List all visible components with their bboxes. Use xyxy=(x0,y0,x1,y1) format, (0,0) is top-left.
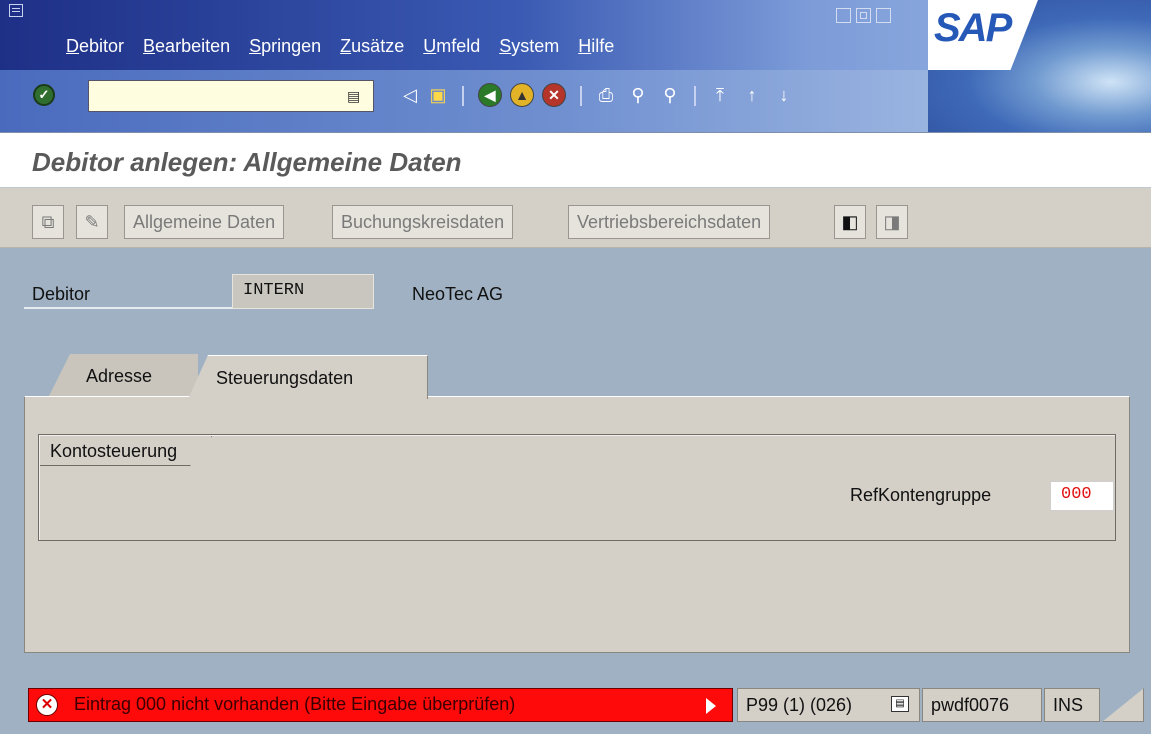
menu-zusaetze[interactable]: Zusätze xyxy=(340,36,404,57)
general-data-button[interactable]: Allgemeine Daten xyxy=(124,205,285,239)
sap-logo: SAP xyxy=(928,0,1151,132)
menu-system[interactable]: System xyxy=(499,36,559,57)
company-code-data-button[interactable]: Buchungskreisdaten xyxy=(332,205,514,239)
toolbar-separator xyxy=(462,86,464,106)
menu-hilfe[interactable]: Hilfe xyxy=(578,36,614,57)
previous-screen-icon[interactable]: ◧ xyxy=(834,205,866,239)
customer-label: Debitor xyxy=(32,284,91,304)
print-icon[interactable]: ⎙ xyxy=(594,83,618,107)
toolbar-separator xyxy=(694,86,696,106)
ref-account-group-label: RefKontengruppe xyxy=(850,485,992,505)
next-page-icon[interactable]: ↓ xyxy=(772,83,796,107)
menu-bearbeiten[interactable]: Bearbeiten xyxy=(143,36,230,57)
menu: Debitor Bearbeiten Springen Zusätze Umfe… xyxy=(66,36,633,57)
change-display-icon[interactable]: ✎ xyxy=(76,205,108,239)
customer-name: NeoTec AG xyxy=(412,284,504,304)
menu-springen[interactable]: Springen xyxy=(249,36,321,57)
sap-logo-text: SAP xyxy=(934,6,1012,50)
command-field[interactable] xyxy=(88,80,374,112)
page-title: Debitor anlegen: Allgemeine Daten xyxy=(32,147,462,177)
menu-debitor[interactable]: Debitor xyxy=(66,36,124,57)
maximize-icon[interactable] xyxy=(856,8,871,23)
title-bar: Debitor anlegen: Allgemeine Daten xyxy=(0,132,1151,188)
minimize-icon[interactable] xyxy=(836,8,851,23)
customer-number-field[interactable]: INTERN xyxy=(232,274,374,309)
close-window-icon[interactable] xyxy=(876,8,891,23)
find-next-icon[interactable]: ⚲ xyxy=(658,83,682,107)
sales-area-data-button[interactable]: Vertriebsbereichsdaten xyxy=(568,205,771,239)
enter-check-icon[interactable]: ✓ xyxy=(33,84,55,106)
server-name: pwdf0076 xyxy=(922,688,1042,722)
system-info-popup-icon[interactable]: ▤ xyxy=(891,696,909,712)
ref-account-group-field[interactable]: 000 xyxy=(1050,481,1114,511)
find-icon[interactable]: ⚲ xyxy=(626,83,650,107)
tab-adresse[interactable]: Adresse xyxy=(48,354,198,398)
next-screen-icon[interactable]: ◨ xyxy=(876,205,908,239)
error-message: Eintrag 000 nicht vorhanden (Bitte Einga… xyxy=(74,694,516,714)
window-controls xyxy=(836,8,891,23)
cancel-icon[interactable]: ✕ xyxy=(542,83,566,107)
previous-page-icon[interactable]: ↑ xyxy=(740,83,764,107)
command-history-icon[interactable]: ▤ xyxy=(347,88,360,105)
save-icon[interactable]: ▣ xyxy=(426,83,450,107)
toolbar-separator xyxy=(580,86,582,106)
other-customer-icon[interactable]: ⧉ xyxy=(32,205,64,239)
error-icon: ✕ xyxy=(36,694,58,716)
group-title: Kontosteuerung xyxy=(40,436,212,466)
system-menu-icon[interactable] xyxy=(9,4,23,17)
first-page-icon[interactable]: ⤒ xyxy=(708,83,732,107)
exit-icon[interactable]: ▲ xyxy=(510,83,534,107)
insert-mode[interactable]: INS xyxy=(1044,688,1100,722)
back-arrow-icon[interactable]: ◁ xyxy=(398,83,422,107)
back-icon[interactable]: ◀ xyxy=(478,83,502,107)
menu-umfeld[interactable]: Umfeld xyxy=(423,36,480,57)
tab-steuerungsdaten[interactable]: Steuerungsdaten xyxy=(188,355,428,399)
message-expand-icon[interactable] xyxy=(706,698,716,714)
